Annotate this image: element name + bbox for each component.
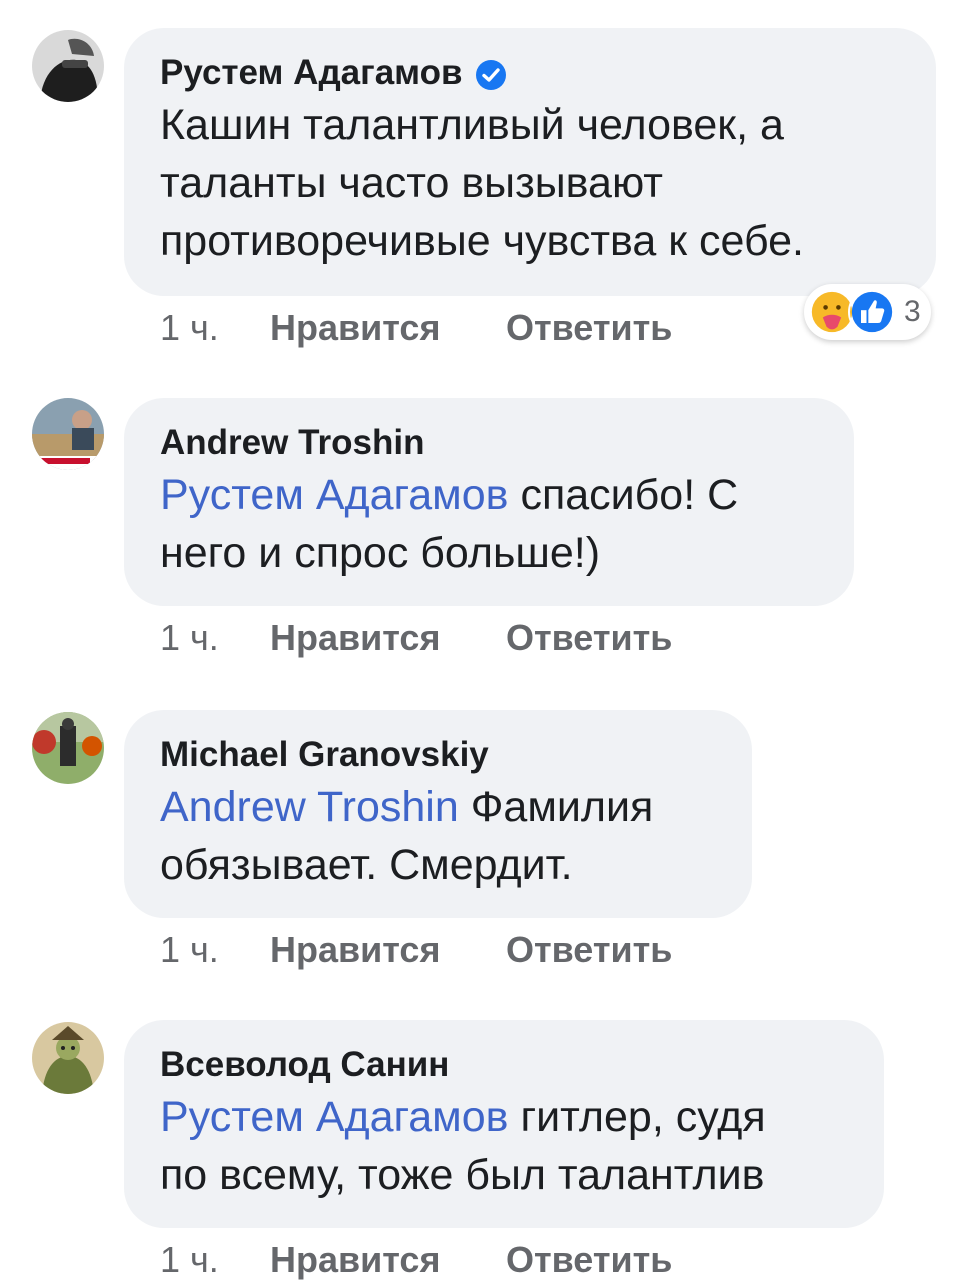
reply-button[interactable]: Ответить <box>506 308 672 348</box>
comment-actions: 1 ч. Нравится Ответить <box>160 308 672 348</box>
comment: Рустем Адагамов Кашин талантливый челове… <box>0 0 980 360</box>
comment-text: Рустем Адагамов гитлер, судя по всему, т… <box>160 1088 848 1204</box>
comment-text: Рустем Адагамов спасибо! С него и спрос … <box>160 466 818 582</box>
comment-line: Andrew Troshin Фамилия <box>160 778 716 836</box>
verified-badge-icon <box>475 57 507 90</box>
comment-author[interactable]: Рустем Адагамов <box>160 50 900 96</box>
comment-line: по всему, тоже был талантлив <box>160 1151 765 1199</box>
comment-text: Andrew Troshin Фамилия обязывает. Смерди… <box>160 778 716 894</box>
author-name[interactable]: Andrew Troshin <box>160 420 424 466</box>
reaction-count: 3 <box>904 295 921 328</box>
like-button[interactable]: Нравится <box>270 618 506 658</box>
mention-link[interactable]: Рустем Адагамов <box>160 1093 509 1141</box>
avatar-photo-icon <box>32 1022 104 1094</box>
reply-button[interactable]: Ответить <box>506 1240 672 1280</box>
comment-actions: 1 ч. Нравится Ответить <box>160 930 672 970</box>
timestamp[interactable]: 1 ч. <box>160 930 270 970</box>
like-button[interactable]: Нравится <box>270 1240 506 1280</box>
avatar[interactable] <box>32 1022 104 1094</box>
avatar[interactable] <box>32 398 104 470</box>
timestamp[interactable]: 1 ч. <box>160 308 270 348</box>
comment-author[interactable]: Всеволод Санин <box>160 1042 848 1088</box>
comment-author[interactable]: Andrew Troshin <box>160 420 818 466</box>
comment-line-rest: Фамилия <box>458 783 654 831</box>
comment-line: обязывает. Смердит. <box>160 841 573 889</box>
comment-line: противоречивые чувства к себе. <box>160 217 804 265</box>
author-name[interactable]: Всеволод Санин <box>160 1042 449 1088</box>
author-name[interactable]: Рустем Адагамов <box>160 50 463 96</box>
mention-link[interactable]: Andrew Troshin <box>160 783 459 831</box>
like-icon <box>848 288 896 336</box>
comment-bubble: Всеволод Санин Рустем Адагамов гитлер, с… <box>124 1020 884 1228</box>
like-button[interactable]: Нравится <box>270 930 506 970</box>
avatar-photo-icon <box>32 30 104 102</box>
comment-actions: 1 ч. Нравится Ответить <box>160 1240 672 1280</box>
author-name[interactable]: Michael Granovskiy <box>160 732 489 778</box>
comment-line: Рустем Адагамов спасибо! С <box>160 466 818 524</box>
reactions-summary[interactable]: 3 <box>804 284 931 340</box>
comment-line-rest: спасибо! С <box>508 471 739 519</box>
comment-author[interactable]: Michael Granovskiy <box>160 732 716 778</box>
comment-bubble: Andrew Troshin Рустем Адагамов спасибо! … <box>124 398 854 606</box>
comment-text: Кашин талантливый человек, а таланты час… <box>160 96 900 270</box>
timestamp[interactable]: 1 ч. <box>160 1240 270 1280</box>
avatar-photo-icon <box>32 398 104 470</box>
comment-line: него и спрос больше!) <box>160 529 601 577</box>
avatar[interactable] <box>32 712 104 784</box>
like-button[interactable]: Нравится <box>270 308 506 348</box>
mention-link[interactable]: Рустем Адагамов <box>160 471 509 519</box>
comment-line: Рустем Адагамов гитлер, судя <box>160 1088 848 1146</box>
comment-line: Кашин талантливый человек, а <box>160 101 784 149</box>
comment-line-rest: гитлер, судя <box>508 1093 766 1141</box>
avatar[interactable] <box>32 30 104 102</box>
comment-line: таланты часто вызывают <box>160 159 663 207</box>
comment-bubble: Рустем Адагамов Кашин талантливый челове… <box>124 28 936 296</box>
avatar-photo-icon <box>32 712 104 784</box>
comment-bubble: Michael Granovskiy Andrew Troshin Фамили… <box>124 710 752 918</box>
reply-button[interactable]: Ответить <box>506 618 672 658</box>
comment-actions: 1 ч. Нравится Ответить <box>160 618 672 658</box>
timestamp[interactable]: 1 ч. <box>160 618 270 658</box>
reply-button[interactable]: Ответить <box>506 930 672 970</box>
